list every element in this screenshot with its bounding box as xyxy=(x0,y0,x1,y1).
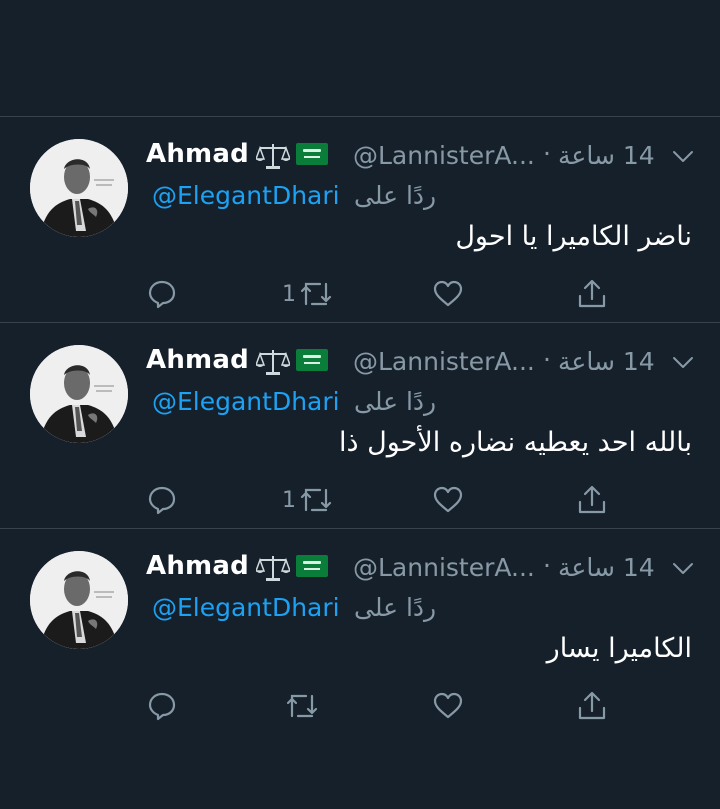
chevron-down-icon[interactable] xyxy=(672,149,694,163)
top-empty-area xyxy=(0,0,720,116)
scales-icon xyxy=(254,553,292,583)
saudi-flag-icon xyxy=(296,143,328,165)
reply-icon xyxy=(148,280,176,309)
share-icon xyxy=(578,485,606,514)
reply-button[interactable] xyxy=(146,689,178,723)
retweet-count: 1 xyxy=(282,281,296,307)
like-button[interactable] xyxy=(432,277,464,311)
share-button[interactable] xyxy=(576,483,608,517)
separator-dot: · xyxy=(543,551,551,580)
tweet-header: Ahmad @LannisterA... · 14 ساعة xyxy=(146,341,694,381)
like-icon xyxy=(433,280,463,307)
replying-to: @ElegantDhari ردًا على xyxy=(146,181,694,217)
reply-mention-link[interactable]: @ElegantDhari xyxy=(152,181,340,210)
reply-mention-link[interactable]: @ElegantDhari xyxy=(152,593,340,622)
avatar[interactable] xyxy=(30,551,128,649)
retweet-count: 1 xyxy=(282,487,296,513)
tweet[interactable]: Ahmad @LannisterA... · 14 ساعة @ElegantD… xyxy=(0,322,720,528)
tweet[interactable]: Ahmad @LannisterA... · 14 ساعة @ElegantD… xyxy=(0,528,720,808)
tweet-header: Ahmad @LannisterA... · 14 ساعة xyxy=(146,135,694,175)
scales-icon xyxy=(254,141,292,171)
retweet-button[interactable]: 1 xyxy=(282,483,334,517)
tweet-text: الكاميرا يسار xyxy=(546,633,692,664)
retweet-icon xyxy=(300,488,332,512)
display-name[interactable]: Ahmad xyxy=(146,345,249,375)
tweet-header: Ahmad @LannisterA... · 14 ساعة xyxy=(146,547,694,587)
timestamp[interactable]: 14 ساعة xyxy=(558,553,655,582)
retweet-icon xyxy=(286,694,318,718)
tweet-actions: 1 xyxy=(146,277,620,317)
retweet-icon xyxy=(300,282,332,306)
reply-prefix: ردًا على xyxy=(354,181,437,210)
replying-to: @ElegantDhari ردًا على xyxy=(146,387,694,423)
display-name[interactable]: Ahmad xyxy=(146,139,249,169)
retweet-button[interactable]: 1 xyxy=(282,277,334,311)
timestamp[interactable]: 14 ساعة xyxy=(558,347,655,376)
display-name[interactable]: Ahmad xyxy=(146,551,249,581)
like-icon xyxy=(433,486,463,513)
avatar[interactable] xyxy=(30,345,128,443)
tweet[interactable]: Ahmad @LannisterA... · 14 ساعة @ElegantD… xyxy=(0,116,720,322)
scales-icon xyxy=(254,347,292,377)
chevron-down-icon[interactable] xyxy=(672,355,694,369)
tweet-actions xyxy=(146,689,620,729)
chevron-down-icon[interactable] xyxy=(672,561,694,575)
reply-icon xyxy=(148,486,176,515)
saudi-flag-icon xyxy=(296,555,328,577)
tweet-actions: 1 xyxy=(146,483,620,523)
user-handle[interactable]: @LannisterA... xyxy=(353,553,535,582)
user-handle[interactable]: @LannisterA... xyxy=(353,347,535,376)
share-icon xyxy=(578,691,606,720)
reply-prefix: ردًا على xyxy=(354,387,437,416)
share-button[interactable] xyxy=(576,277,608,311)
tweet-text: ناضر الكاميرا يا احول xyxy=(455,221,692,252)
timestamp[interactable]: 14 ساعة xyxy=(558,141,655,170)
separator-dot: · xyxy=(543,345,551,374)
timeline: Ahmad @LannisterA... · 14 ساعة @ElegantD… xyxy=(0,0,720,809)
reply-button[interactable] xyxy=(146,483,178,517)
reply-mention-link[interactable]: @ElegantDhari xyxy=(152,387,340,416)
share-icon xyxy=(578,279,606,308)
like-button[interactable] xyxy=(432,483,464,517)
replying-to: @ElegantDhari ردًا على xyxy=(146,593,694,629)
reply-button[interactable] xyxy=(146,277,178,311)
saudi-flag-icon xyxy=(296,349,328,371)
reply-prefix: ردًا على xyxy=(354,593,437,622)
reply-icon xyxy=(148,692,176,721)
tweet-text: بالله احد يعطيه نضاره الأحول ذا xyxy=(339,427,692,458)
user-handle[interactable]: @LannisterA... xyxy=(353,141,535,170)
separator-dot: · xyxy=(543,139,551,168)
like-icon xyxy=(433,692,463,719)
like-button[interactable] xyxy=(432,689,464,723)
retweet-button[interactable] xyxy=(282,689,320,723)
share-button[interactable] xyxy=(576,689,608,723)
avatar[interactable] xyxy=(30,139,128,237)
